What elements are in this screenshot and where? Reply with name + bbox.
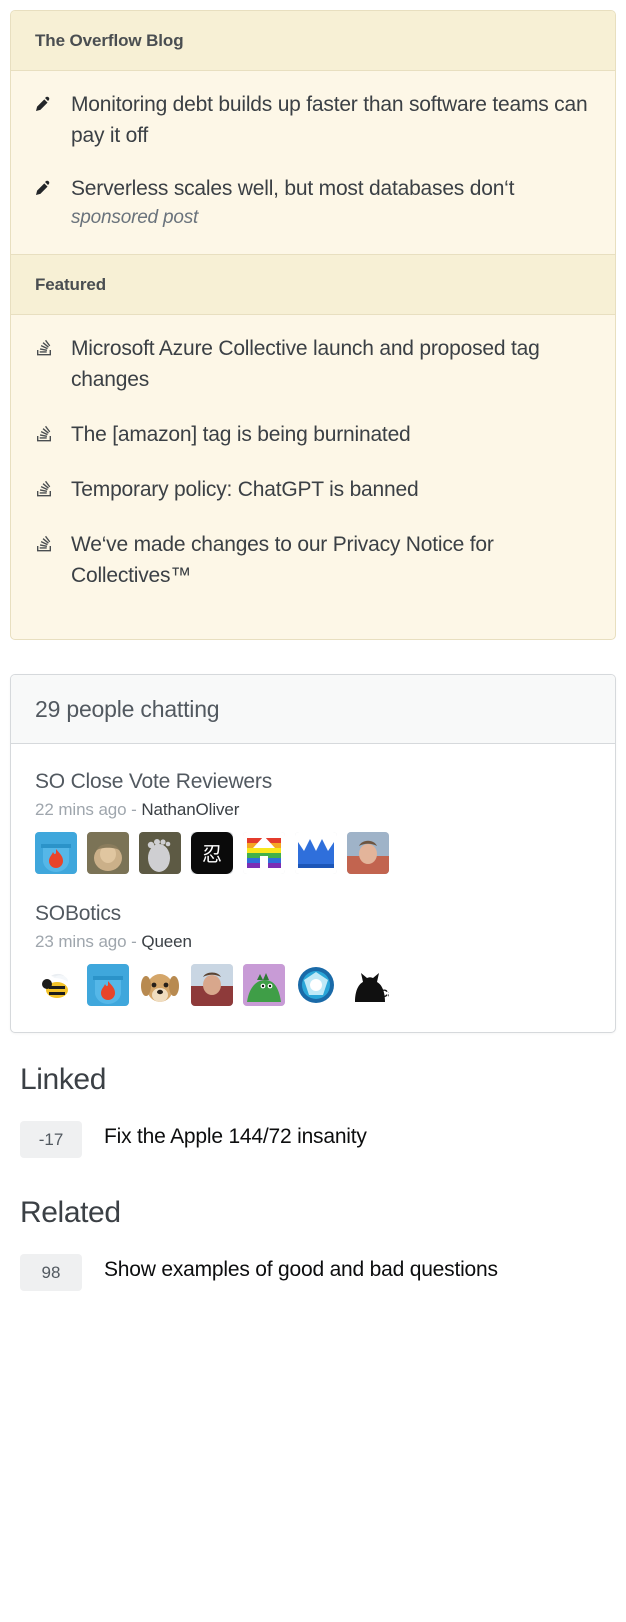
related-section: Related 98 Show examples of good and bad… xyxy=(10,1196,616,1299)
chat-module: 29 people chatting SO Close Vote Reviewe… xyxy=(10,674,616,1033)
chat-room-meta: 22 mins ago - NathanOliver xyxy=(35,800,591,820)
stacks-icon xyxy=(35,419,57,443)
avatar-photo-person[interactable] xyxy=(87,832,129,874)
linked-question-row[interactable]: -17 Fix the Apple 144/72 insanity xyxy=(20,1113,606,1166)
related-question-row[interactable]: 98 Show examples of good and bad questio… xyxy=(20,1246,606,1299)
vote-count-badge: 98 xyxy=(20,1254,82,1291)
avatar-dog[interactable] xyxy=(139,964,181,1006)
question-title-link[interactable]: Fix the Apple 144/72 insanity xyxy=(104,1121,367,1152)
pencil-icon xyxy=(35,89,57,114)
pencil-icon xyxy=(35,173,57,198)
featured-item[interactable]: The [amazon] tag is being burninated xyxy=(35,419,591,450)
svg-text:忍: 忍 xyxy=(202,842,222,866)
blog-item[interactable]: Serverless scales well, but most databas… xyxy=(35,173,591,232)
featured-list: Microsoft Azure Collective launch and pr… xyxy=(11,315,615,639)
blog-list: Monitoring debt builds up faster than so… xyxy=(11,71,615,254)
chat-room-list: SO Close Vote Reviewers 22 mins ago - Na… xyxy=(11,744,615,1032)
chat-room-avatars: 忍 xyxy=(35,832,591,874)
chat-meta-separator: - xyxy=(131,932,137,951)
featured-header-title: Featured xyxy=(35,275,106,294)
featured-item-title: Microsoft Azure Collective launch and pr… xyxy=(71,337,540,391)
chat-meta-separator: - xyxy=(131,800,137,819)
chat-room-name[interactable]: SOBotics xyxy=(35,902,591,926)
avatar-rainbow[interactable] xyxy=(243,832,285,874)
blog-item-text: Serverless scales well, but most databas… xyxy=(71,177,515,200)
avatar-foot-photo[interactable] xyxy=(139,832,181,874)
avatar-black-cat[interactable]: Ca xyxy=(347,964,389,1006)
chat-header: 29 people chatting xyxy=(11,675,615,744)
overflow-blog-module: The Overflow Blog Monitoring debt builds… xyxy=(10,10,616,640)
blog-item[interactable]: Monitoring debt builds up faster than so… xyxy=(35,89,591,151)
avatar-bee[interactable] xyxy=(35,964,77,1006)
blog-item-title: Monitoring debt builds up faster than so… xyxy=(71,93,588,147)
chat-room-name[interactable]: SO Close Vote Reviewers xyxy=(35,770,591,794)
stacks-icon xyxy=(35,529,57,553)
featured-header: Featured xyxy=(11,254,615,315)
avatar-dino[interactable] xyxy=(243,964,285,1006)
featured-item[interactable]: We‘ve made changes to our Privacy Notice… xyxy=(35,529,591,591)
avatar-blue-crown[interactable] xyxy=(295,832,337,874)
avatar-flame-shield[interactable] xyxy=(35,832,77,874)
avatar-flame-shield[interactable] xyxy=(87,964,129,1006)
blog-item-title: Serverless scales well, but most databas… xyxy=(71,173,514,232)
chat-room-time: 23 mins ago xyxy=(35,932,127,951)
avatar-photo-person[interactable] xyxy=(191,964,233,1006)
chat-room-user[interactable]: Queen xyxy=(141,932,192,951)
blog-header: The Overflow Blog xyxy=(11,11,615,71)
avatar-black-kanji[interactable]: 忍 xyxy=(191,832,233,874)
avatar-black-cat-label: Ca xyxy=(380,988,389,1000)
chat-room[interactable]: SO Close Vote Reviewers 22 mins ago - Na… xyxy=(35,770,591,874)
chat-room[interactable]: SOBotics 23 mins ago - Queen C xyxy=(35,902,591,1006)
stacks-icon xyxy=(35,474,57,498)
featured-item-title: We‘ve made changes to our Privacy Notice… xyxy=(71,533,494,587)
avatar-photo-portrait[interactable] xyxy=(347,832,389,874)
chat-room-user[interactable]: NathanOliver xyxy=(141,800,239,819)
chat-header-title: 29 people chatting xyxy=(35,696,220,722)
question-title-link[interactable]: Show examples of good and bad questions xyxy=(104,1254,498,1285)
linked-title: Linked xyxy=(20,1063,107,1096)
vote-count-badge: -17 xyxy=(20,1121,82,1158)
featured-item[interactable]: Temporary policy: ChatGPT is banned xyxy=(35,474,591,505)
related-title: Related xyxy=(20,1196,121,1229)
linked-section: Linked -17 Fix the Apple 144/72 insanity xyxy=(10,1063,616,1166)
avatar-arc-reactor[interactable] xyxy=(295,964,337,1006)
sidebar-panel: The Overflow Blog Monitoring debt builds… xyxy=(0,0,626,1299)
chat-room-meta: 23 mins ago - Queen xyxy=(35,932,591,952)
featured-item-title: Temporary policy: ChatGPT is banned xyxy=(71,478,419,501)
stacks-icon xyxy=(35,333,57,357)
blog-header-title: The Overflow Blog xyxy=(35,31,184,50)
chat-room-time: 22 mins ago xyxy=(35,800,127,819)
blog-item-sponsored-label: sponsored post xyxy=(71,207,199,228)
featured-item-title: The [amazon] tag is being burninated xyxy=(71,423,411,446)
chat-room-avatars: Ca xyxy=(35,964,591,1006)
featured-item[interactable]: Microsoft Azure Collective launch and pr… xyxy=(35,333,591,395)
